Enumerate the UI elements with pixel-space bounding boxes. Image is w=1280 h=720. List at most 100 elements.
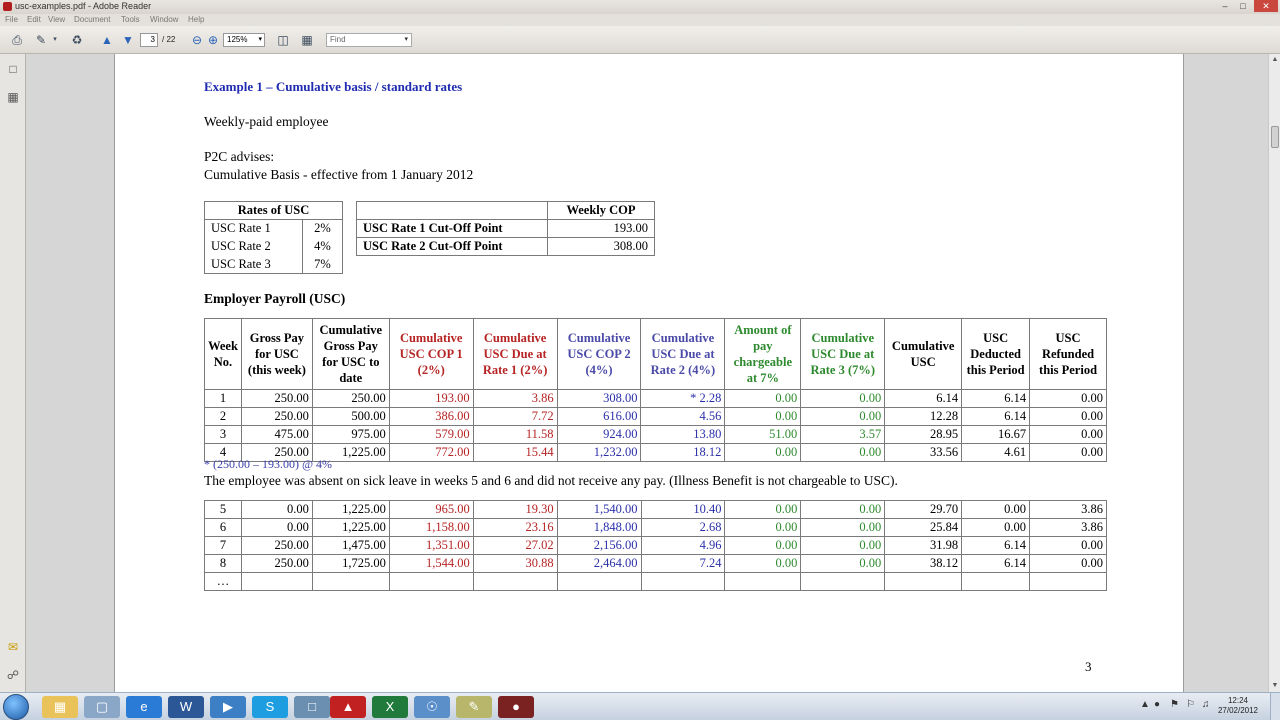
scroll-down-icon[interactable]: ▼: [1269, 680, 1280, 692]
table-cell: 1,848.00: [556, 518, 642, 537]
internet-explorer-icon[interactable]: e: [126, 696, 162, 718]
cop-value: 308.00: [547, 237, 655, 256]
example-heading: Example 1 – Cumulative basis / standard …: [204, 79, 463, 94]
table-row: USC Rate 2 Cut-Off Point 308.00: [356, 237, 655, 256]
table-row: USC Rate 2 4%: [204, 237, 343, 256]
excel-icon[interactable]: X: [372, 696, 408, 718]
table-cell: 579.00: [388, 425, 474, 444]
menu-document[interactable]: Document: [74, 15, 110, 24]
table-cell: 4.56: [640, 407, 726, 426]
table-cell: 0.00: [724, 407, 802, 426]
chevron-down-icon[interactable]: ▾: [47, 32, 63, 48]
tray-flag-icon[interactable]: ⚐: [1186, 699, 1195, 710]
adobe-reader-taskbar-icon[interactable]: ▲: [330, 696, 366, 718]
table-row: 3 475.00 975.00 579.00 11.58 924.00 13.80 51.00…: [204, 425, 1107, 444]
volume-icon[interactable]: ♫: [1202, 699, 1210, 710]
toolbar: ⎙ ✎ ▾ ♻ ▲ ▼ 3 / 22 ⊖ ⊕ 125% ▾ ◫ ▦ Find ▾: [0, 26, 1280, 54]
cop-table-header: Weekly COP: [547, 201, 655, 220]
close-button[interactable]: ✕: [1254, 0, 1278, 12]
document-area[interactable]: Example 1 – Cumulative basis / standard …: [26, 54, 1268, 692]
menu-bar: File Edit View Document Tools Window Hel…: [0, 14, 1280, 26]
cumulative-basis-text: Cumulative Basis - effective from 1 Janu…: [204, 167, 474, 182]
rate-label: USC Rate 3: [204, 255, 303, 274]
print-icon[interactable]: ⎙: [9, 32, 25, 48]
skype-icon[interactable]: S: [252, 696, 288, 718]
next-page-icon[interactable]: ▼: [120, 32, 136, 48]
vertical-scrollbar[interactable]: ▲ ▼: [1268, 54, 1280, 692]
table-cell: 0.00: [724, 389, 802, 408]
find-input[interactable]: Find ▾: [326, 33, 412, 47]
recorder-icon[interactable]: ●: [498, 696, 534, 718]
table-cell: 924.00: [556, 425, 642, 444]
menu-window[interactable]: Window: [150, 15, 178, 24]
title-bar: usc-examples.pdf - Adobe Reader – □ ✕: [0, 0, 1280, 14]
menu-edit[interactable]: Edit: [27, 15, 41, 24]
col-deducted: USC Deducted this Period: [961, 318, 1031, 390]
minimize-button[interactable]: –: [1216, 0, 1234, 12]
payroll-table-continued: 5 0.00 1,225.00 965.00 19.30 1,540.00 10.40 0.0…: [204, 500, 1107, 591]
menu-help[interactable]: Help: [188, 15, 204, 24]
table-cell: [240, 572, 313, 591]
tray-security-icon[interactable]: ⚑: [1170, 699, 1179, 710]
table-cell: 5: [204, 500, 242, 519]
notes-icon[interactable]: ✎: [456, 696, 492, 718]
scroll-thumb[interactable]: [1271, 126, 1279, 148]
rate-value: 2%: [302, 219, 343, 238]
col-refunded: USC Refunded this Period: [1029, 318, 1107, 390]
p2c-advises: P2C advises:: [204, 149, 275, 164]
fit-page-icon[interactable]: ◫: [275, 32, 291, 48]
table-cell: 475.00: [240, 425, 313, 444]
table-cell: 1: [204, 389, 242, 408]
col-chargeable-7: Amount of pay chargeable at 7%: [724, 318, 802, 390]
table-row: 6 0.00 1,225.00 1,158.00 23.16 1,848.00 2.68 0.…: [204, 518, 1107, 537]
rates-table: Rates of USC USC Rate 1 2% USC Rate 2 4%…: [204, 201, 343, 274]
fit-width-icon[interactable]: ▦: [299, 32, 315, 48]
clock[interactable]: 12:24 27/02/2012: [1212, 696, 1264, 716]
table-row: …: [204, 572, 1107, 591]
table-row: 1 250.00 250.00 193.00 3.86 308.00 * 2.28 0.00 0…: [204, 389, 1107, 408]
table-cell: 0.00: [1029, 389, 1107, 408]
page-number-input[interactable]: 3: [140, 33, 158, 47]
tray-chevron-icon[interactable]: ▲: [1140, 699, 1150, 710]
scroll-up-icon[interactable]: ▲: [1269, 54, 1280, 66]
collaborate-icon[interactable]: ♻: [69, 32, 85, 48]
table-cell: 1,158.00: [388, 518, 474, 537]
table-cell: 0.00: [724, 536, 802, 555]
menu-view[interactable]: View: [48, 15, 65, 24]
payroll-table: Week No. Gross Pay for USC (this week) C…: [204, 318, 1107, 462]
menu-file[interactable]: File: [5, 15, 18, 24]
table-cell: 0.00: [724, 443, 802, 462]
pages-panel-icon[interactable]: □: [6, 62, 20, 78]
tray-app-icon[interactable]: ●: [1154, 699, 1160, 710]
taskbar: ▦ ▢ e W ▶ S □ ▲ X ☉ ✎ ● ▲ ● ⚑ ⚐ ♫ 12:24 …: [0, 692, 1280, 720]
start-button[interactable]: [3, 694, 29, 720]
table-cell: 2.68: [640, 518, 726, 537]
explorer-icon[interactable]: ▦: [42, 696, 78, 718]
bookmarks-icon[interactable]: ▦: [6, 90, 20, 106]
menu-tools[interactable]: Tools: [121, 15, 140, 24]
comments-icon[interactable]: ✉: [6, 640, 20, 656]
find-placeholder: Find: [330, 35, 346, 44]
zoom-select[interactable]: 125% ▾: [223, 33, 265, 47]
word-icon[interactable]: W: [168, 696, 204, 718]
col-due-rate1: Cumulative USC Due at Rate 1 (2%): [472, 318, 558, 390]
table-cell: 29.70: [884, 500, 963, 519]
maximize-button[interactable]: □: [1234, 0, 1252, 12]
attachments-icon[interactable]: ☍: [6, 668, 20, 684]
table-cell: 616.00: [556, 407, 642, 426]
table-cell: 975.00: [311, 425, 390, 444]
col-cop2: Cumulative USC COP 2 (4%): [556, 318, 642, 390]
previous-page-icon[interactable]: ▲: [99, 32, 115, 48]
cop-table: Weekly COP USC Rate 1 Cut-Off Point 193.…: [356, 201, 655, 256]
table-row: 5 0.00 1,225.00 965.00 19.30 1,540.00 10.40 0.0…: [204, 500, 1107, 519]
zoom-out-icon[interactable]: ⊖: [189, 32, 205, 48]
navigation-pane: □ ▦ ✉ ☍: [0, 54, 26, 692]
media-player-icon[interactable]: ▶: [210, 696, 246, 718]
show-desktop-button[interactable]: [1270, 693, 1280, 720]
table-cell: 1,544.00: [388, 554, 474, 573]
table-cell: 2: [204, 407, 242, 426]
window-icon[interactable]: □: [294, 696, 330, 718]
libraries-icon[interactable]: ▢: [84, 696, 120, 718]
zoom-in-icon[interactable]: ⊕: [205, 32, 221, 48]
network-icon[interactable]: ☉: [414, 696, 450, 718]
